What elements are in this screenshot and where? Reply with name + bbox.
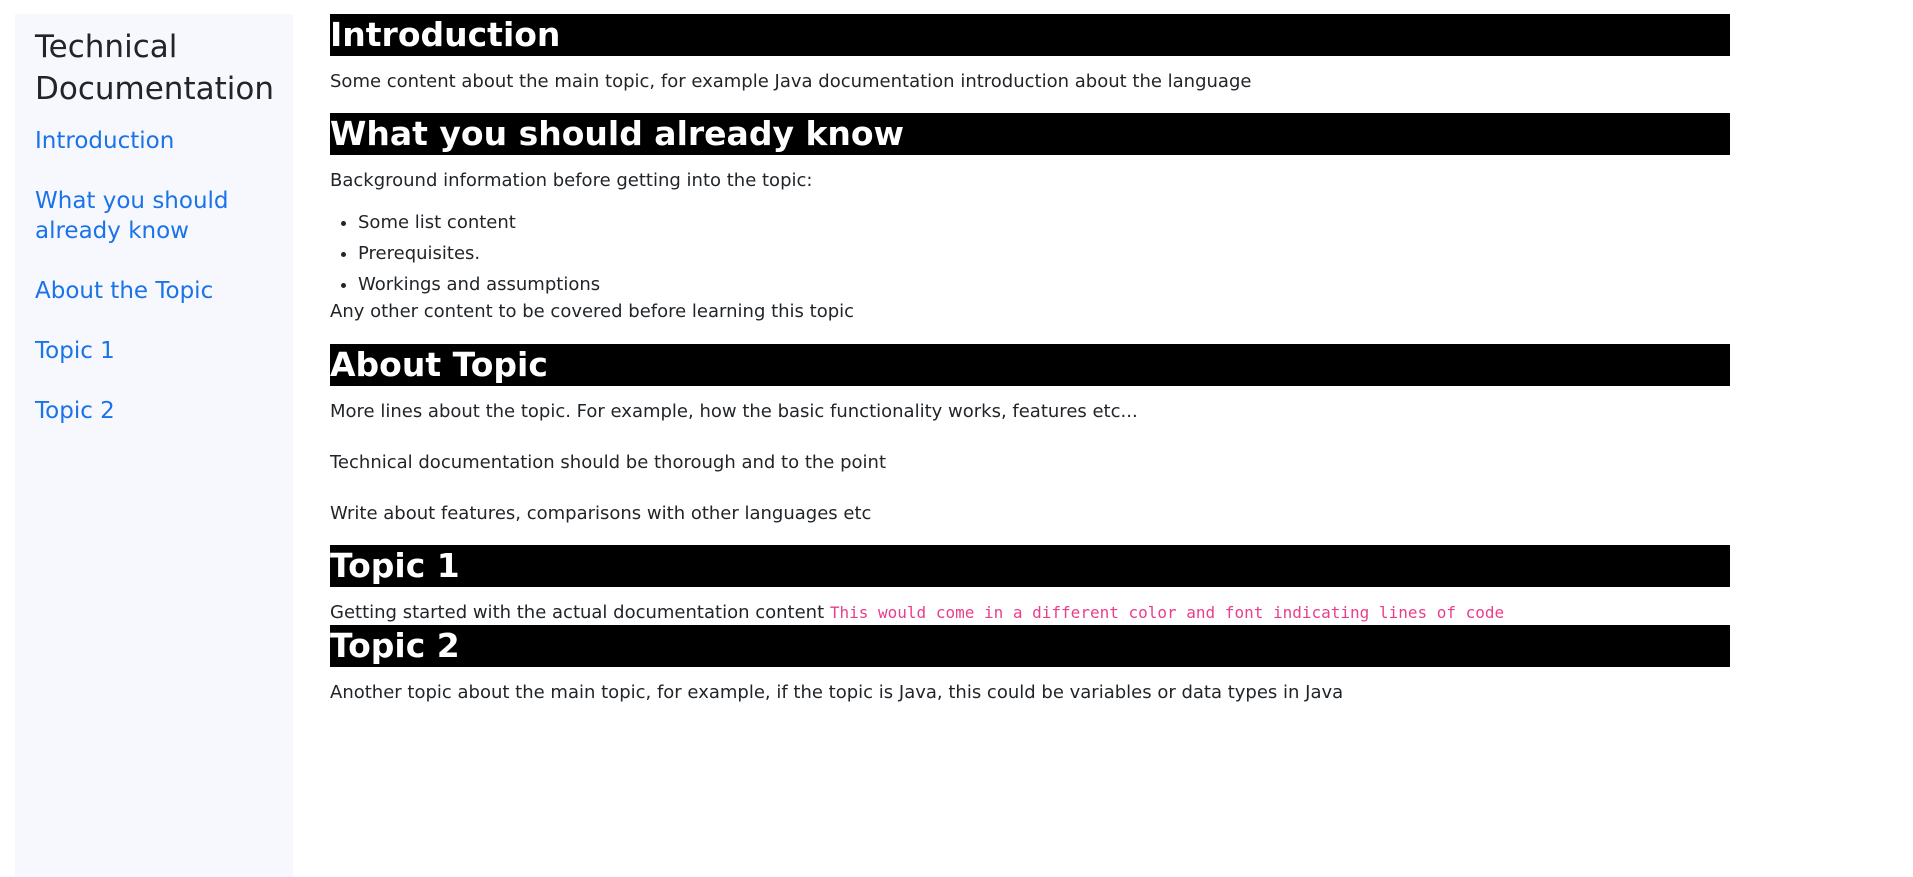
about-paragraph-2: Technical documentation should be thorou… [330,452,887,473]
list-item: Prerequisites. [358,238,1730,269]
section-already-know: What you should already know Background … [330,113,1730,324]
nav-link-already-know[interactable]: What you should already know [35,186,265,246]
topic-2-text: Another topic about the main topic, for … [330,682,1344,703]
prerequisites-list: Some list content Prerequisites. Working… [330,207,1730,300]
section-introduction: Introduction Some content about the main… [330,14,1730,94]
main-content: Introduction Some content about the main… [330,14,1730,705]
code-snippet: This would come in a different color and… [829,603,1505,622]
nav-link-introduction[interactable]: Introduction [35,126,265,156]
list-item: Some list content [358,207,1730,238]
nav-item-already-know: What you should already know [35,186,293,246]
nav-item-topic-1: Topic 1 [35,336,293,366]
nav-link-about-topic[interactable]: About the Topic [35,276,265,306]
introduction-text: Some content about the main topic, for e… [330,71,1252,92]
section-heading-introduction: Introduction [330,14,1730,56]
section-heading-already-know: What you should already know [330,113,1730,155]
section-heading-topic-2: Topic 2 [330,625,1730,667]
already-know-intro: Background information before getting in… [330,170,813,191]
list-item: Workings and assumptions [358,269,1730,300]
section-about-topic: About Topic More lines about the topic. … [330,344,1730,526]
section-heading-topic-1: Topic 1 [330,545,1730,587]
nav-item-topic-2: Topic 2 [35,396,293,426]
already-know-outro: Any other content to be covered before l… [330,301,855,322]
about-paragraph-1: More lines about the topic. For example,… [330,401,1138,422]
nav-link-topic-2[interactable]: Topic 2 [35,396,265,426]
section-topic-1: Topic 1 Getting started with the actual … [330,545,1730,625]
section-topic-2: Topic 2 Another topic about the main top… [330,625,1730,705]
topic-1-text: Getting started with the actual document… [330,602,825,623]
about-paragraph-3: Write about features, comparisons with o… [330,503,872,524]
sidebar-title: Technical Documentation [35,29,274,107]
topic-1-paragraph: Getting started with the actual document… [330,601,1730,625]
sidebar-nav: Technical Documentation Introduction Wha… [15,14,293,877]
nav-link-topic-1[interactable]: Topic 1 [35,336,265,366]
nav-item-about-topic: About the Topic [35,276,293,306]
nav-list: Introduction What you should already kno… [35,126,293,426]
section-heading-about-topic: About Topic [330,344,1730,386]
page: Technical Documentation Introduction Wha… [0,0,1913,877]
nav-item-introduction: Introduction [35,126,293,156]
